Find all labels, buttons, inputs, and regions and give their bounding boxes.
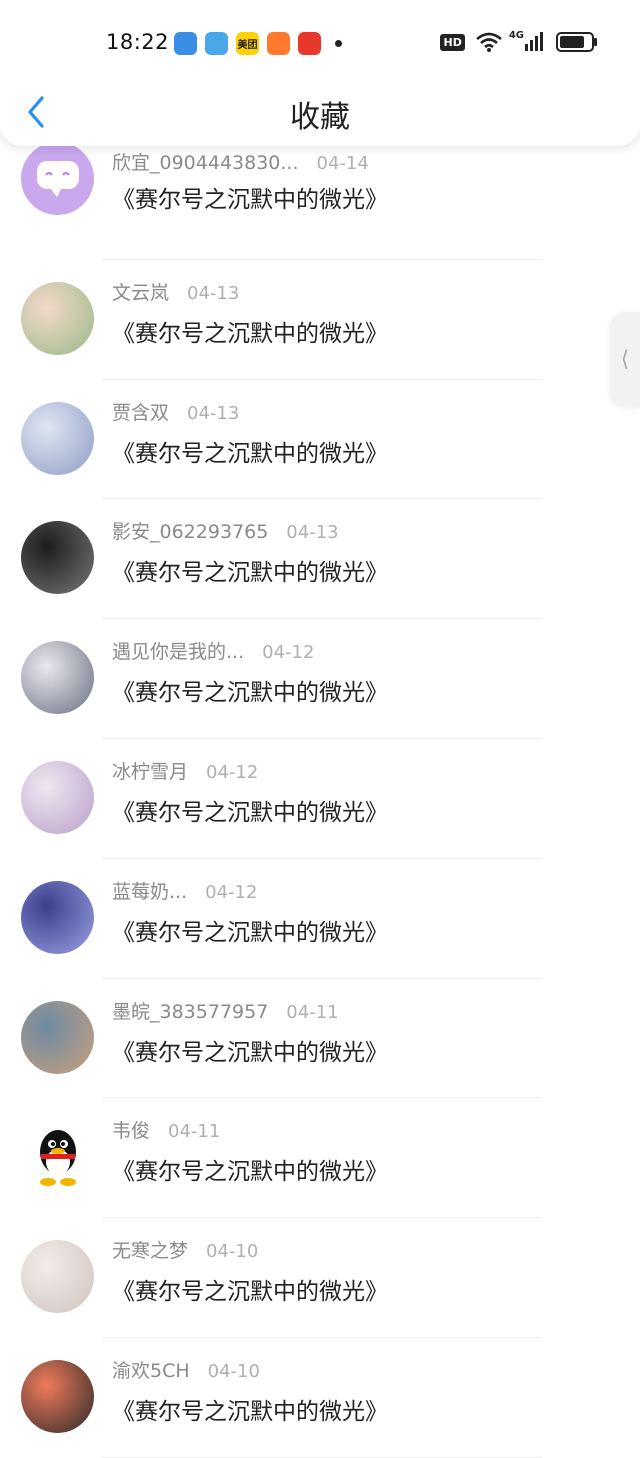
avatar[interactable] [21, 1120, 94, 1194]
list-item[interactable]: 蓝莓奶... 04-12 《赛尔号之沉默中的微光》 [0, 859, 640, 979]
favorite-date: 04-11 [168, 1121, 221, 1143]
user-name[interactable]: 影安_062293765 [112, 521, 268, 543]
feather-app-icon [174, 31, 197, 55]
favorite-date: 04-14 [316, 153, 369, 174]
list-item[interactable]: 文云岚 04-13 《赛尔号之沉默中的微光》 [0, 260, 640, 380]
work-title[interactable]: 《赛尔号之沉默中的微光》 [112, 434, 388, 468]
red-app-icon [298, 31, 321, 55]
favorite-date: 04-12 [206, 761, 259, 783]
status-bar: 18:22 美团 HD 4G [0, 20, 640, 66]
user-name[interactable]: 韦俊 [112, 1120, 150, 1142]
item-meta: 影安_062293765 04-13 [112, 517, 339, 544]
item-meta: 墨皖_383577957 04-11 [112, 997, 339, 1024]
work-title[interactable]: 《赛尔号之沉默中的微光》 [112, 1152, 388, 1186]
item-meta: 文云岚 04-13 [112, 278, 239, 305]
user-name[interactable]: 冰柠雪月 [112, 761, 188, 783]
work-title[interactable]: 《赛尔号之沉默中的微光》 [112, 553, 388, 587]
favorite-date: 04-12 [205, 881, 258, 903]
work-title[interactable]: 《赛尔号之沉默中的微光》 [112, 314, 388, 348]
avatar[interactable] [21, 880, 94, 954]
item-meta: 冰柠雪月 04-12 [112, 757, 258, 784]
item-meta: 渝欢5CH 04-10 [112, 1356, 260, 1383]
network-label: 4G [508, 29, 524, 41]
hd-icon: HD [440, 33, 465, 51]
list-item[interactable]: 欣宜_0904443830... 04-14 《赛尔号之沉默中的微光》 [0, 140, 640, 260]
avatar[interactable] [21, 1240, 94, 1314]
favorite-date: 04-13 [187, 402, 240, 424]
work-title[interactable]: 《赛尔号之沉默中的微光》 [112, 1033, 388, 1067]
battery-icon [556, 32, 597, 52]
favorite-date: 04-11 [286, 1001, 339, 1023]
avatar[interactable] [21, 1359, 94, 1433]
user-name[interactable]: 渝欢5CH [112, 1360, 190, 1382]
status-time: 18:22 [106, 30, 170, 54]
favorite-date: 04-10 [206, 1241, 259, 1263]
navigation-bar: 收藏 [0, 80, 640, 142]
header: 18:22 美团 HD 4G 收藏 [0, 0, 640, 146]
avatar[interactable] [21, 401, 94, 475]
avatar[interactable] [21, 521, 94, 595]
user-name[interactable]: 墨皖_383577957 [112, 1001, 268, 1023]
wifi-icon [475, 32, 502, 52]
more-notifications-dot [335, 39, 342, 47]
user-name[interactable]: 欣宜_0904443830... [112, 152, 299, 174]
user-name[interactable]: 遇见你是我的... [112, 641, 244, 663]
avatar[interactable] [21, 281, 94, 355]
item-meta: 遇见你是我的... 04-12 [112, 637, 314, 664]
item-meta: 无寒之梦 04-10 [112, 1236, 258, 1263]
signal-icon [525, 32, 543, 51]
swirl-app-icon [205, 31, 228, 55]
avatar[interactable] [21, 142, 94, 215]
work-title[interactable]: 《赛尔号之沉默中的微光》 [112, 673, 388, 707]
work-title[interactable]: 《赛尔号之沉默中的微光》 [112, 913, 388, 947]
work-title[interactable]: 《赛尔号之沉默中的微光》 [112, 1272, 388, 1306]
page-title: 收藏 [290, 100, 350, 135]
list-item[interactable]: 冰柠雪月 04-12 《赛尔号之沉默中的微光》 [0, 739, 640, 859]
list-item[interactable]: 贾含双 04-13 《赛尔号之沉默中的微光》 [0, 380, 640, 500]
favorite-date: 04-10 [207, 1360, 260, 1382]
item-meta: 贾含双 04-13 [112, 398, 239, 425]
item-meta: 欣宜_0904443830... 04-14 [112, 148, 369, 175]
notification-app-icons: 美团 [174, 31, 350, 55]
list-item[interactable]: 墨皖_383577957 04-11 《赛尔号之沉默中的微光》 [0, 979, 640, 1099]
meituan-app-icon: 美团 [236, 31, 259, 55]
item-meta: 蓝莓奶... 04-12 [112, 877, 257, 904]
qq-penguin-icon [39, 1129, 76, 1186]
list-item[interactable]: 遇见你是我的... 04-12 《赛尔号之沉默中的微光》 [0, 619, 640, 739]
avatar[interactable] [21, 1000, 94, 1074]
chevron-left-icon: ⟨ [620, 347, 630, 372]
list-item[interactable]: 韦俊 04-11 《赛尔号之沉默中的微光》 [0, 1098, 640, 1219]
user-name[interactable]: 文云岚 [112, 282, 169, 304]
list-item[interactable]: 渝欢5CH 04-10 《赛尔号之沉默中的微光》 [0, 1338, 640, 1458]
work-title[interactable]: 《赛尔号之沉默中的微光》 [112, 1392, 388, 1426]
work-title[interactable]: 《赛尔号之沉默中的微光》 [112, 180, 388, 214]
orange-app-icon [267, 31, 290, 55]
status-indicators: HD 4G [440, 29, 597, 52]
avatar[interactable] [21, 760, 94, 834]
user-name[interactable]: 无寒之梦 [112, 1240, 188, 1262]
favorite-date: 04-12 [262, 642, 315, 664]
user-name[interactable]: 贾含双 [112, 402, 169, 424]
side-drawer-handle[interactable]: ⟨ [610, 312, 640, 407]
chat-bubble-icon [36, 160, 79, 197]
avatar[interactable] [21, 641, 94, 715]
item-meta: 韦俊 04-11 [112, 1116, 220, 1143]
user-name[interactable]: 蓝莓奶... [112, 881, 187, 903]
list-item[interactable]: 影安_062293765 04-13 《赛尔号之沉默中的微光》 [0, 499, 640, 620]
list-item[interactable]: 无寒之梦 04-10 《赛尔号之沉默中的微光》 [0, 1218, 640, 1338]
favorites-list: 欣宜_0904443830... 04-14 《赛尔号之沉默中的微光》 文云岚 04-1… [0, 140, 640, 1458]
favorite-date: 04-13 [187, 282, 240, 304]
favorite-date: 04-13 [286, 522, 339, 544]
work-title[interactable]: 《赛尔号之沉默中的微光》 [112, 793, 388, 827]
